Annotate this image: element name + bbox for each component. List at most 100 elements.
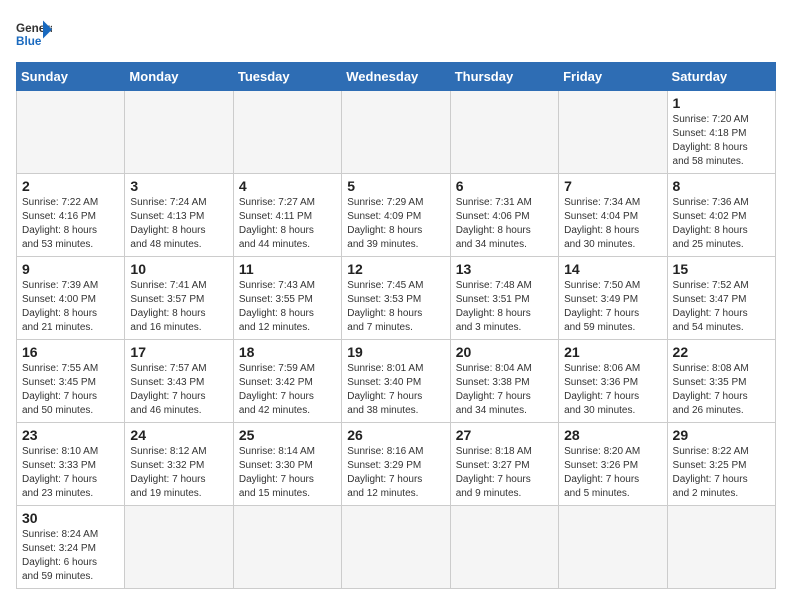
day-info: Sunrise: 7:20 AM Sunset: 4:18 PM Dayligh… (673, 113, 770, 169)
calendar-cell: 4 Sunrise: 7:27 AM Sunset: 4:11 PM Daylig… (233, 174, 341, 257)
calendar-cell: 22Sunrise: 8:08 AM Sunset: 3:35 PM Dayli… (667, 340, 775, 423)
day-info: Sunrise: 8:01 AM Sunset: 3:40 PM Dayligh… (347, 362, 444, 418)
calendar-cell: 9 Sunrise: 7:39 AM Sunset: 4:00 PM Daylig… (17, 257, 125, 340)
day-info: Sunrise: 8:12 AM Sunset: 3:32 PM Dayligh… (130, 445, 227, 501)
calendar-cell: 16 Sunrise: 7:55 AM Sunset: 3:45 PM Dayli… (17, 340, 125, 423)
day-number: 19 (347, 344, 444, 360)
calendar-cell: 6Sunrise: 7:31 AM Sunset: 4:06 PM Daylig… (450, 174, 558, 257)
day-number: 23 (22, 427, 119, 443)
day-number: 26 (347, 427, 444, 443)
day-number: 16 (22, 344, 119, 360)
day-info: Sunrise: 8:20 AM Sunset: 3:26 PM Dayligh… (564, 445, 661, 501)
calendar-cell (125, 91, 233, 174)
day-number: 21 (564, 344, 661, 360)
calendar-cell: 21 Sunrise: 8:06 AM Sunset: 3:36 PM Dayli… (559, 340, 667, 423)
calendar-cell (450, 91, 558, 174)
calendar-cell: 20Sunrise: 8:04 AM Sunset: 3:38 PM Dayli… (450, 340, 558, 423)
calendar-cell: 7 Sunrise: 7:34 AM Sunset: 4:04 PM Daylig… (559, 174, 667, 257)
day-info: Sunrise: 8:24 AM Sunset: 3:24 PM Dayligh… (22, 528, 119, 584)
day-info: Sunrise: 7:29 AM Sunset: 4:09 PM Dayligh… (347, 196, 444, 252)
calendar-cell: 14 Sunrise: 7:50 AM Sunset: 3:49 PM Dayli… (559, 257, 667, 340)
day-info: Sunrise: 7:24 AM Sunset: 4:13 PM Dayligh… (130, 196, 227, 252)
day-info: Sunrise: 7:34 AM Sunset: 4:04 PM Dayligh… (564, 196, 661, 252)
calendar-table: SundayMondayTuesdayWednesdayThursdayFrid… (16, 62, 776, 589)
day-number: 14 (564, 261, 661, 277)
day-info: Sunrise: 7:48 AM Sunset: 3:51 PM Dayligh… (456, 279, 553, 335)
calendar-cell (342, 91, 450, 174)
calendar-cell (559, 91, 667, 174)
day-number: 29 (673, 427, 770, 443)
day-number: 24 (130, 427, 227, 443)
calendar-cell: 1 Sunrise: 7:20 AM Sunset: 4:18 PM Daylig… (667, 91, 775, 174)
day-info: Sunrise: 8:14 AM Sunset: 3:30 PM Dayligh… (239, 445, 336, 501)
calendar-cell: 8 Sunrise: 7:36 AM Sunset: 4:02 PM Daylig… (667, 174, 775, 257)
calendar-cell: 30 Sunrise: 8:24 AM Sunset: 3:24 PM Dayli… (17, 506, 125, 589)
calendar-cell: 18 Sunrise: 7:59 AM Sunset: 3:42 PM Dayli… (233, 340, 341, 423)
calendar-cell: 26 Sunrise: 8:16 AM Sunset: 3:29 PM Dayli… (342, 423, 450, 506)
calendar-week-row: 1 Sunrise: 7:20 AM Sunset: 4:18 PM Daylig… (17, 91, 776, 174)
calendar-cell: 28 Sunrise: 8:20 AM Sunset: 3:26 PM Dayli… (559, 423, 667, 506)
day-number: 5 (347, 178, 444, 194)
day-info: Sunrise: 7:27 AM Sunset: 4:11 PM Dayligh… (239, 196, 336, 252)
day-number: 4 (239, 178, 336, 194)
calendar-cell (17, 91, 125, 174)
day-info: Sunrise: 7:50 AM Sunset: 3:49 PM Dayligh… (564, 279, 661, 335)
day-info: Sunrise: 8:10 AM Sunset: 3:33 PM Dayligh… (22, 445, 119, 501)
calendar-cell: 19 Sunrise: 8:01 AM Sunset: 3:40 PM Dayli… (342, 340, 450, 423)
calendar-cell: 12 Sunrise: 7:45 AM Sunset: 3:53 PM Dayli… (342, 257, 450, 340)
day-number: 13 (456, 261, 553, 277)
calendar-cell: 27Sunrise: 8:18 AM Sunset: 3:27 PM Dayli… (450, 423, 558, 506)
calendar-cell (559, 506, 667, 589)
weekday-header-sunday: Sunday (17, 63, 125, 91)
day-number: 12 (347, 261, 444, 277)
weekday-header-wednesday: Wednesday (342, 63, 450, 91)
day-info: Sunrise: 7:31 AM Sunset: 4:06 PM Dayligh… (456, 196, 553, 252)
day-number: 18 (239, 344, 336, 360)
day-number: 1 (673, 95, 770, 111)
weekday-header-monday: Monday (125, 63, 233, 91)
day-info: Sunrise: 8:06 AM Sunset: 3:36 PM Dayligh… (564, 362, 661, 418)
weekday-header-friday: Friday (559, 63, 667, 91)
calendar-cell: 2 Sunrise: 7:22 AM Sunset: 4:16 PM Daylig… (17, 174, 125, 257)
day-number: 15 (673, 261, 770, 277)
day-number: 17 (130, 344, 227, 360)
day-info: Sunrise: 7:59 AM Sunset: 3:42 PM Dayligh… (239, 362, 336, 418)
day-number: 30 (22, 510, 119, 526)
day-info: Sunrise: 7:45 AM Sunset: 3:53 PM Dayligh… (347, 279, 444, 335)
calendar-week-row: 2 Sunrise: 7:22 AM Sunset: 4:16 PM Daylig… (17, 174, 776, 257)
calendar-cell: 3 Sunrise: 7:24 AM Sunset: 4:13 PM Daylig… (125, 174, 233, 257)
day-number: 10 (130, 261, 227, 277)
day-info: Sunrise: 8:16 AM Sunset: 3:29 PM Dayligh… (347, 445, 444, 501)
day-number: 9 (22, 261, 119, 277)
calendar-cell (342, 506, 450, 589)
day-info: Sunrise: 8:08 AM Sunset: 3:35 PM Dayligh… (673, 362, 770, 418)
day-number: 8 (673, 178, 770, 194)
svg-text:Blue: Blue (16, 35, 42, 48)
calendar-week-row: 23 Sunrise: 8:10 AM Sunset: 3:33 PM Dayli… (17, 423, 776, 506)
day-info: Sunrise: 7:39 AM Sunset: 4:00 PM Dayligh… (22, 279, 119, 335)
day-info: Sunrise: 7:52 AM Sunset: 3:47 PM Dayligh… (673, 279, 770, 335)
calendar-cell (233, 506, 341, 589)
calendar-cell: 29 Sunrise: 8:22 AM Sunset: 3:25 PM Dayli… (667, 423, 775, 506)
day-number: 11 (239, 261, 336, 277)
calendar-cell: 11Sunrise: 7:43 AM Sunset: 3:55 PM Dayli… (233, 257, 341, 340)
logo: General Blue (16, 16, 52, 52)
day-number: 7 (564, 178, 661, 194)
day-number: 3 (130, 178, 227, 194)
calendar-week-row: 16 Sunrise: 7:55 AM Sunset: 3:45 PM Dayli… (17, 340, 776, 423)
day-info: Sunrise: 7:55 AM Sunset: 3:45 PM Dayligh… (22, 362, 119, 418)
weekday-header-tuesday: Tuesday (233, 63, 341, 91)
day-info: Sunrise: 7:22 AM Sunset: 4:16 PM Dayligh… (22, 196, 119, 252)
day-info: Sunrise: 7:36 AM Sunset: 4:02 PM Dayligh… (673, 196, 770, 252)
calendar-cell: 10Sunrise: 7:41 AM Sunset: 3:57 PM Dayli… (125, 257, 233, 340)
day-info: Sunrise: 8:22 AM Sunset: 3:25 PM Dayligh… (673, 445, 770, 501)
weekday-header-saturday: Saturday (667, 63, 775, 91)
day-info: Sunrise: 7:57 AM Sunset: 3:43 PM Dayligh… (130, 362, 227, 418)
day-number: 20 (456, 344, 553, 360)
calendar-cell: 24 Sunrise: 8:12 AM Sunset: 3:32 PM Dayli… (125, 423, 233, 506)
calendar-cell (667, 506, 775, 589)
day-number: 2 (22, 178, 119, 194)
day-number: 28 (564, 427, 661, 443)
calendar-cell: 5 Sunrise: 7:29 AM Sunset: 4:09 PM Daylig… (342, 174, 450, 257)
day-info: Sunrise: 8:18 AM Sunset: 3:27 PM Dayligh… (456, 445, 553, 501)
